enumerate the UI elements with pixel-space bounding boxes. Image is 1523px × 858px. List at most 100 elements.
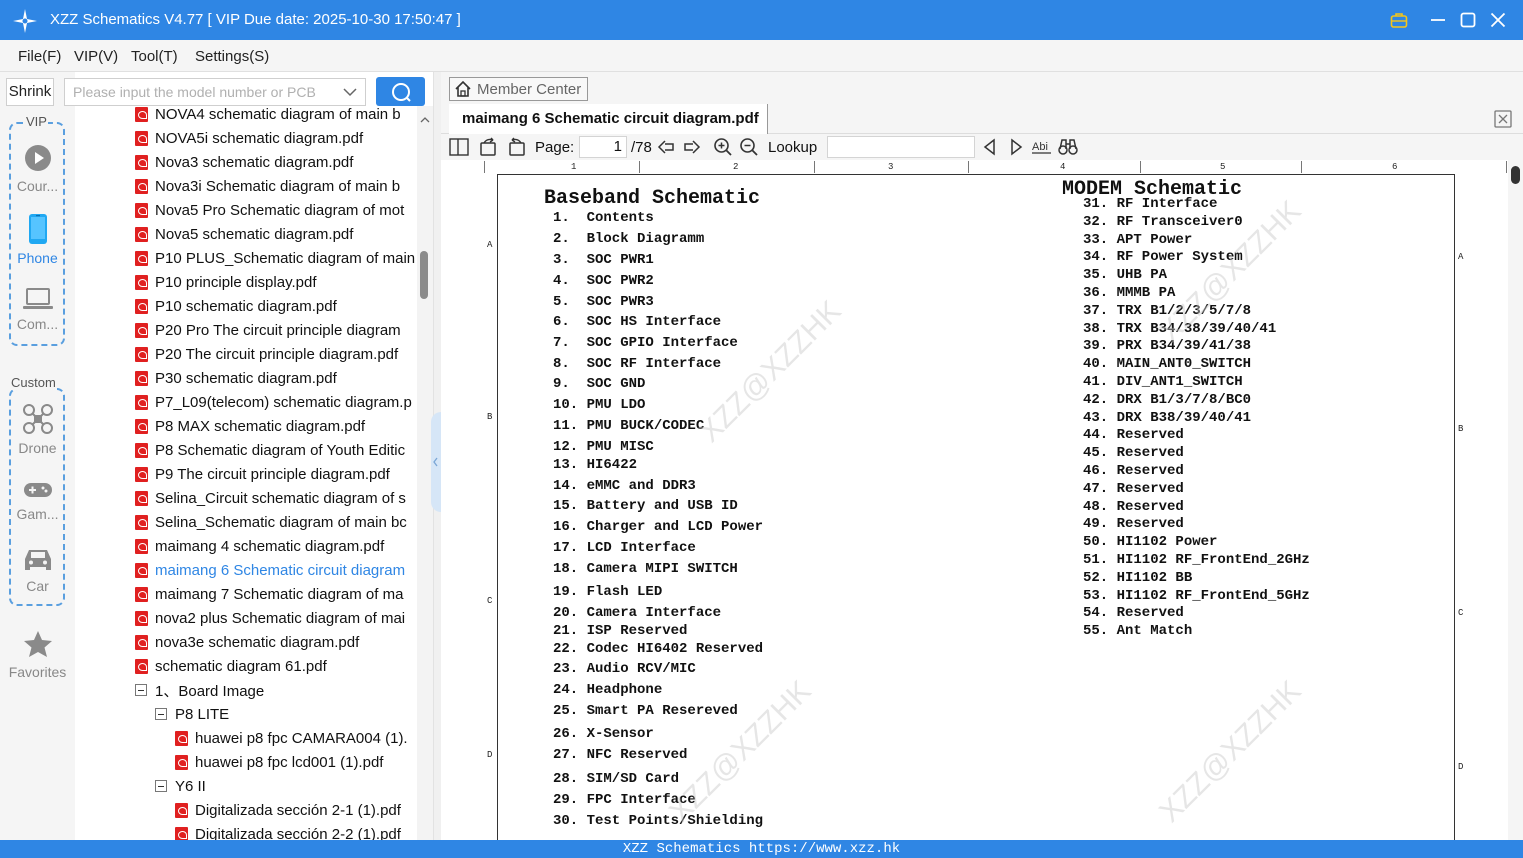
tree-file[interactable]: maimang 6 Schematic circuit diagram — [135, 558, 417, 582]
tree-file[interactable]: Digitalizada sección 2-2 (1).pdf — [175, 822, 417, 840]
search-input[interactable] — [65, 79, 335, 105]
pdf-file-icon — [135, 442, 148, 458]
tree-file[interactable]: P30 schematic diagram.pdf — [135, 366, 417, 390]
tree-file[interactable]: P10 principle display.pdf — [135, 270, 417, 294]
collapse-toggle-icon[interactable] — [155, 708, 167, 720]
tree-file[interactable]: P10 schematic diagram.pdf — [135, 294, 417, 318]
tree-file[interactable]: Nova3 schematic diagram.pdf — [135, 150, 417, 174]
tree-folder[interactable]: P8 LITE — [155, 702, 417, 726]
app-logo-icon — [13, 9, 37, 33]
sidebar-toggle-icon[interactable] — [449, 137, 469, 157]
nav-games[interactable]: Gam... — [0, 480, 75, 522]
tree-scroll-thumb[interactable] — [420, 251, 428, 299]
tree-item-label: Nova3i Schematic diagram of main b — [155, 177, 401, 195]
scroll-up-arrow-icon[interactable] — [420, 116, 430, 123]
tree-file[interactable]: Selina_Circuit schematic diagram of s — [135, 486, 417, 510]
row-label-left: B — [487, 412, 493, 422]
tree-file[interactable]: P9 The circuit principle diagram.pdf — [135, 462, 417, 486]
search-button[interactable] — [376, 77, 425, 106]
collapse-panel-handle[interactable] — [431, 412, 441, 512]
tree-file[interactable]: huawei p8 fpc CAMARA004 (1). — [175, 726, 417, 750]
page-number-input[interactable]: 1 — [579, 136, 627, 158]
tree-file[interactable]: huawei p8 fpc lcd001 (1).pdf — [175, 750, 417, 774]
tree-file[interactable]: nova2 plus Schematic diagram of mai — [135, 606, 417, 630]
tree-file[interactable]: NOVA5i schematic diagram.pdf — [135, 126, 417, 150]
contents-entry: 22. Codec HI6402 Reserved — [553, 641, 764, 657]
lookup-input[interactable] — [827, 136, 975, 158]
tree-file[interactable]: maimang 4 schematic diagram.pdf — [135, 534, 417, 558]
tree-file[interactable]: schematic diagram 61.pdf — [135, 654, 417, 678]
nav-phone[interactable]: Phone — [0, 214, 75, 266]
close-tab-icon[interactable] — [1494, 110, 1512, 128]
viewer-scroll-thumb[interactable] — [1511, 166, 1520, 184]
tree-file[interactable]: Selina_Schematic diagram of main bc — [135, 510, 417, 534]
member-center-button[interactable]: Member Center — [449, 77, 588, 101]
member-center-label: Member Center — [477, 80, 582, 98]
ruler-number: 1 — [571, 162, 577, 172]
tree-file[interactable]: P8 MAX schematic diagram.pdf — [135, 414, 417, 438]
find-previous-icon[interactable] — [980, 137, 1000, 157]
file-tree: NOVA4 schematic diagram of main b NOVA5i … — [75, 106, 417, 840]
chevron-down-icon[interactable] — [343, 87, 357, 97]
rotate-right-icon[interactable] — [506, 137, 526, 157]
tree-item-label: P30 schematic diagram.pdf — [155, 369, 337, 387]
nav-drone[interactable]: Drone — [0, 404, 75, 456]
tree-item-label: Digitalizada sección 2-2 (1).pdf — [195, 825, 401, 841]
tree-file[interactable]: P20 Pro The circuit principle diagram — [135, 318, 417, 342]
tree-file[interactable]: NOVA4 schematic diagram of main b — [135, 106, 417, 126]
collapse-toggle-icon[interactable] — [155, 780, 167, 792]
tree-file[interactable]: Nova5 Pro Schematic diagram of mot — [135, 198, 417, 222]
close-button[interactable] — [1484, 6, 1512, 34]
binoculars-icon[interactable] — [1058, 137, 1078, 157]
tree-file[interactable]: P8 Schematic diagram of Youth Editic — [135, 438, 417, 462]
previous-page-icon[interactable] — [656, 137, 676, 157]
find-next-icon[interactable] — [1006, 137, 1026, 157]
tree-file[interactable]: P20 The circuit principle diagram.pdf — [135, 342, 417, 366]
tree-file[interactable]: Nova5 schematic diagram.pdf — [135, 222, 417, 246]
next-page-icon[interactable] — [682, 137, 702, 157]
match-case-icon[interactable]: Abi — [1032, 137, 1052, 157]
collapse-toggle-icon[interactable] — [135, 684, 147, 696]
contents-entry: 48. Reserved — [1083, 498, 1184, 515]
vip-bag-button[interactable] — [1385, 6, 1413, 34]
tree-folder[interactable]: Y6 II — [155, 774, 417, 798]
nav-computer[interactable]: Com... — [0, 288, 75, 332]
menu-file[interactable]: File(F) — [18, 48, 61, 65]
zoom-in-icon[interactable] — [713, 137, 733, 157]
contents-entry: 54. Reserved — [1083, 605, 1184, 622]
nav-favorites[interactable]: Favorites — [0, 630, 75, 680]
tree-item-label: Nova3 schematic diagram.pdf — [155, 153, 354, 171]
pdf-file-icon — [135, 178, 148, 194]
menu-tool[interactable]: Tool(T) — [131, 48, 178, 65]
phone-icon — [28, 214, 47, 244]
contents-entry: 49. Reserved — [1083, 516, 1184, 533]
shrink-button[interactable]: Shrink — [6, 78, 54, 106]
tree-file[interactable]: Nova3i Schematic diagram of main b — [135, 174, 417, 198]
vip-group-label: VIP — [25, 114, 48, 129]
nav-courses[interactable]: Cour... — [0, 144, 75, 194]
rotate-left-icon[interactable] — [479, 137, 499, 157]
tree-file[interactable]: P10 PLUS_Schematic diagram of main — [135, 246, 417, 270]
nav-favorites-label: Favorites — [8, 664, 67, 680]
viewer-scrollbar[interactable] — [1508, 160, 1523, 840]
contents-entry: 16. Charger and LCD Power — [553, 519, 764, 535]
tree-file[interactable]: Digitalizada sección 2-1 (1).pdf — [175, 798, 417, 822]
row-label-left: D — [487, 750, 493, 760]
tree-file[interactable]: maimang 7 Schematic diagram of ma — [135, 582, 417, 606]
tab-current-document[interactable]: maimang 6 Schematic circuit diagram.pdf — [449, 104, 768, 134]
tree-file[interactable]: P7_L09(telecom) schematic diagram.p — [135, 390, 417, 414]
page-total: /78 — [631, 139, 652, 156]
nav-car[interactable]: Car — [0, 546, 75, 594]
minimize-button[interactable] — [1424, 6, 1452, 34]
pdf-file-icon — [135, 298, 148, 314]
contents-entry: 43. DRX B38/39/40/41 — [1083, 409, 1252, 426]
maximize-button[interactable] — [1454, 6, 1482, 34]
menu-settings[interactable]: Settings(S) — [195, 48, 269, 65]
zoom-out-icon[interactable] — [739, 137, 759, 157]
contents-entry: 45. Reserved — [1083, 445, 1184, 462]
contents-entry: 33. APT Power — [1083, 231, 1193, 248]
menu-vip[interactable]: VIP(V) — [74, 48, 118, 65]
tree-folder[interactable]: 1、Board Image — [135, 678, 417, 702]
tree-file[interactable]: nova3e schematic diagram.pdf — [135, 630, 417, 654]
contents-entry: 47. Reserved — [1083, 480, 1184, 497]
